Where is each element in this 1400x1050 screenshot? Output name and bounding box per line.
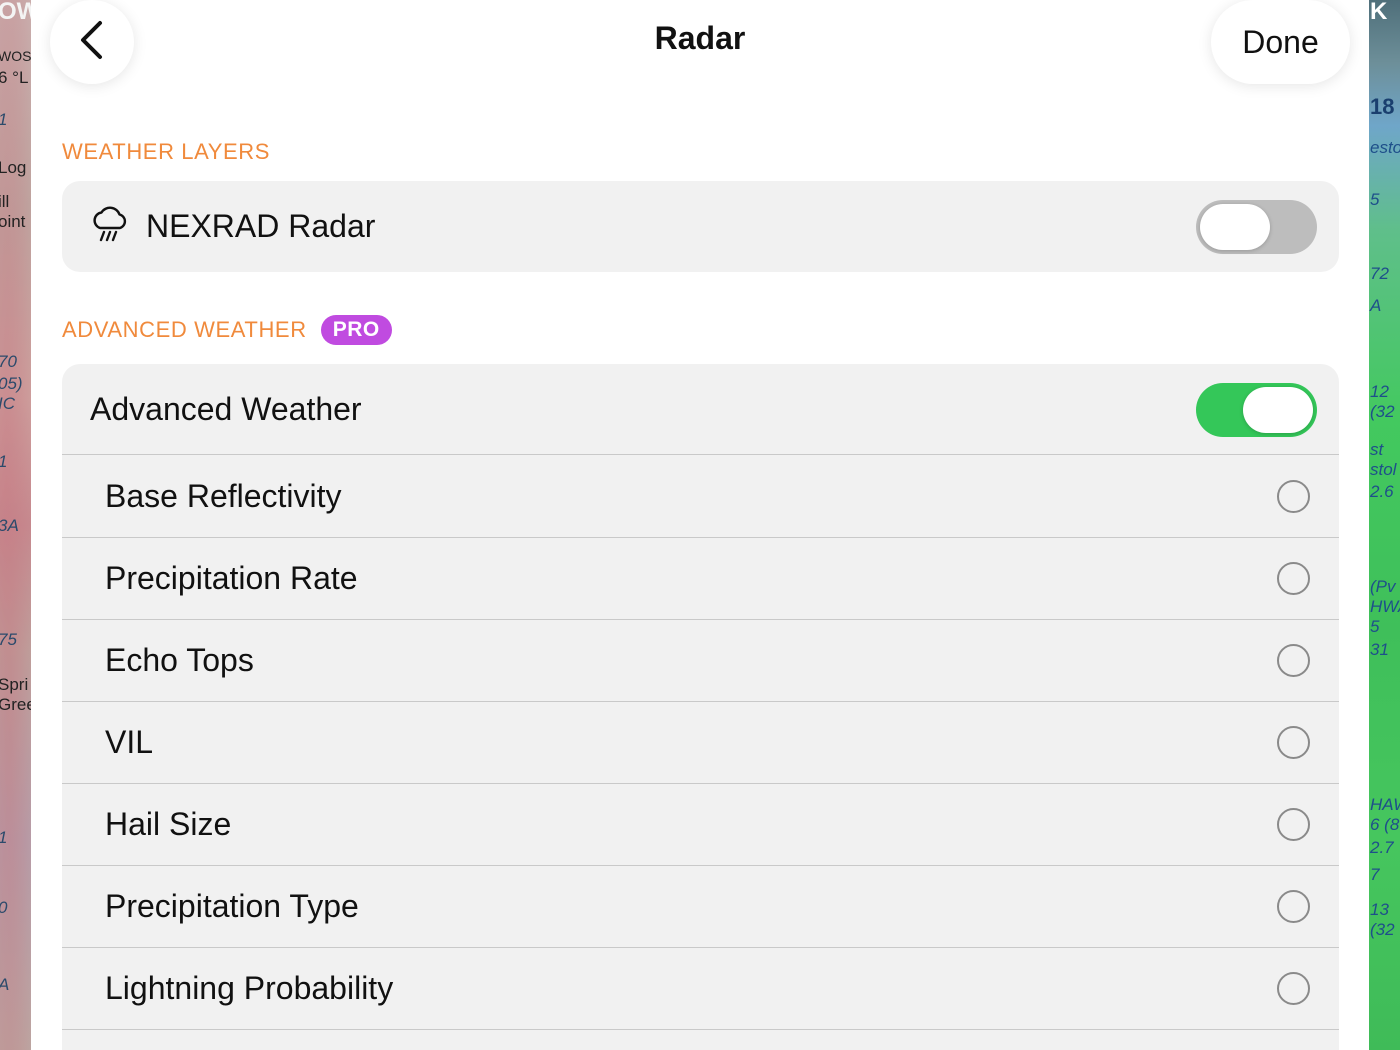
radio-button[interactable] bbox=[1277, 890, 1310, 923]
map-label: HAW bbox=[1370, 795, 1400, 814]
radio-button[interactable] bbox=[1277, 480, 1310, 513]
map-label: 2.6 bbox=[1370, 482, 1394, 501]
map-label: 1 bbox=[0, 110, 7, 130]
advanced-weather-label: Advanced Weather bbox=[90, 390, 362, 427]
map-label: esto bbox=[1370, 138, 1400, 157]
map-label: 13 bbox=[1370, 900, 1389, 919]
option-row-base-reflectivity[interactable]: Base Reflectivity bbox=[62, 456, 1339, 538]
nexrad-radar-toggle[interactable] bbox=[1196, 200, 1317, 254]
option-label: Base Reflectivity bbox=[105, 478, 342, 514]
map-label: 3A bbox=[0, 516, 19, 535]
map-label: 6 (8 bbox=[1370, 815, 1400, 834]
option-label: VIL bbox=[105, 724, 154, 760]
radio-button[interactable] bbox=[1277, 562, 1310, 595]
map-label: 31 bbox=[1370, 640, 1389, 659]
map-label: 7 bbox=[1370, 865, 1380, 884]
map-label: Log bbox=[0, 158, 27, 177]
map-label: (32 bbox=[1370, 920, 1395, 939]
map-label: 6 °L bbox=[0, 68, 29, 87]
option-label: Lightning Probability bbox=[105, 970, 394, 1006]
section-label: WEATHER LAYERS bbox=[62, 139, 271, 164]
radar-settings-sheet: Radar Done WEATHER LAYERS NEXRAD Radar A… bbox=[31, 0, 1369, 1050]
option-row-vil[interactable]: VIL bbox=[62, 702, 1339, 784]
option-row-precipitation-rate[interactable]: Precipitation Rate bbox=[62, 538, 1339, 620]
option-label: Echo Tops bbox=[105, 642, 254, 678]
map-label: HWA bbox=[1370, 597, 1400, 616]
toggle-knob bbox=[1243, 387, 1313, 433]
map-label: 70 bbox=[0, 352, 17, 371]
map-label: 18 bbox=[1370, 94, 1395, 119]
map-label: 05) bbox=[0, 374, 23, 393]
map-label: 75 bbox=[0, 630, 17, 649]
map-label: 12 bbox=[1370, 382, 1389, 401]
map-label: (Pv bbox=[1370, 577, 1396, 596]
map-label: (32 bbox=[1370, 402, 1395, 421]
toggle-knob bbox=[1200, 204, 1270, 250]
option-row-echo-tops[interactable]: Echo Tops bbox=[62, 620, 1339, 702]
map-label: 5 bbox=[1370, 617, 1380, 636]
advanced-weather-row[interactable]: Advanced Weather bbox=[62, 364, 1339, 455]
map-label: 0 bbox=[0, 898, 7, 918]
map-label: IC bbox=[0, 394, 15, 413]
map-label: Spri bbox=[0, 675, 29, 694]
map-label: A bbox=[1370, 296, 1382, 315]
radio-button[interactable] bbox=[1277, 808, 1310, 841]
nexrad-radar-row[interactable]: NEXRAD Radar bbox=[62, 181, 1339, 272]
map-label: 5 bbox=[1370, 190, 1380, 209]
map-label: st bbox=[1370, 440, 1384, 459]
background-map-left: OW WOS 6 °L 1 Log ill oint 70 05) IC 1 3… bbox=[0, 0, 32, 1050]
cloud-rain-icon bbox=[90, 204, 130, 249]
map-label: A bbox=[0, 975, 9, 995]
radio-button[interactable] bbox=[1277, 726, 1310, 759]
map-label: 1 bbox=[0, 452, 7, 472]
option-row-hail-size[interactable]: Hail Size bbox=[62, 784, 1339, 866]
map-label: ill bbox=[0, 192, 10, 211]
page-title: Radar bbox=[654, 20, 746, 56]
radio-button[interactable] bbox=[1277, 644, 1310, 677]
map-label: 1 bbox=[0, 828, 7, 848]
done-button[interactable]: Done bbox=[1211, 0, 1350, 84]
section-header-advanced-weather: ADVANCED WEATHER PRO bbox=[62, 315, 392, 345]
section-label: ADVANCED WEATHER bbox=[62, 317, 307, 342]
map-label: Gree bbox=[0, 695, 32, 714]
map-label: OW bbox=[0, 0, 32, 25]
map-label: 72 bbox=[1370, 264, 1389, 283]
advanced-weather-card: Advanced Weather Base Reflectivity Preci… bbox=[62, 364, 1339, 1050]
option-label: Hail Size bbox=[105, 806, 232, 842]
radio-button[interactable] bbox=[1277, 972, 1310, 1005]
background-map-right: K 18 esto 5 72 A 12 (32 st stol 2.6 (Pv … bbox=[1368, 0, 1400, 1050]
option-row-lightning-probability[interactable]: Lightning Probability bbox=[62, 948, 1339, 1030]
map-label: 2.7 bbox=[1370, 838, 1394, 857]
map-label: K bbox=[1370, 0, 1388, 25]
option-label: Precipitation Rate bbox=[105, 560, 358, 596]
advanced-weather-toggle[interactable] bbox=[1196, 383, 1317, 437]
map-label: stol bbox=[1370, 460, 1397, 479]
option-label: Precipitation Type bbox=[105, 888, 359, 924]
map-label: WOS bbox=[0, 48, 32, 64]
nexrad-radar-label: NEXRAD Radar bbox=[146, 208, 376, 244]
section-header-weather-layers: WEATHER LAYERS bbox=[62, 139, 270, 165]
pro-badge: PRO bbox=[320, 315, 392, 345]
map-label: oint bbox=[0, 212, 26, 231]
option-row-precipitation-type[interactable]: Precipitation Type bbox=[62, 866, 1339, 948]
